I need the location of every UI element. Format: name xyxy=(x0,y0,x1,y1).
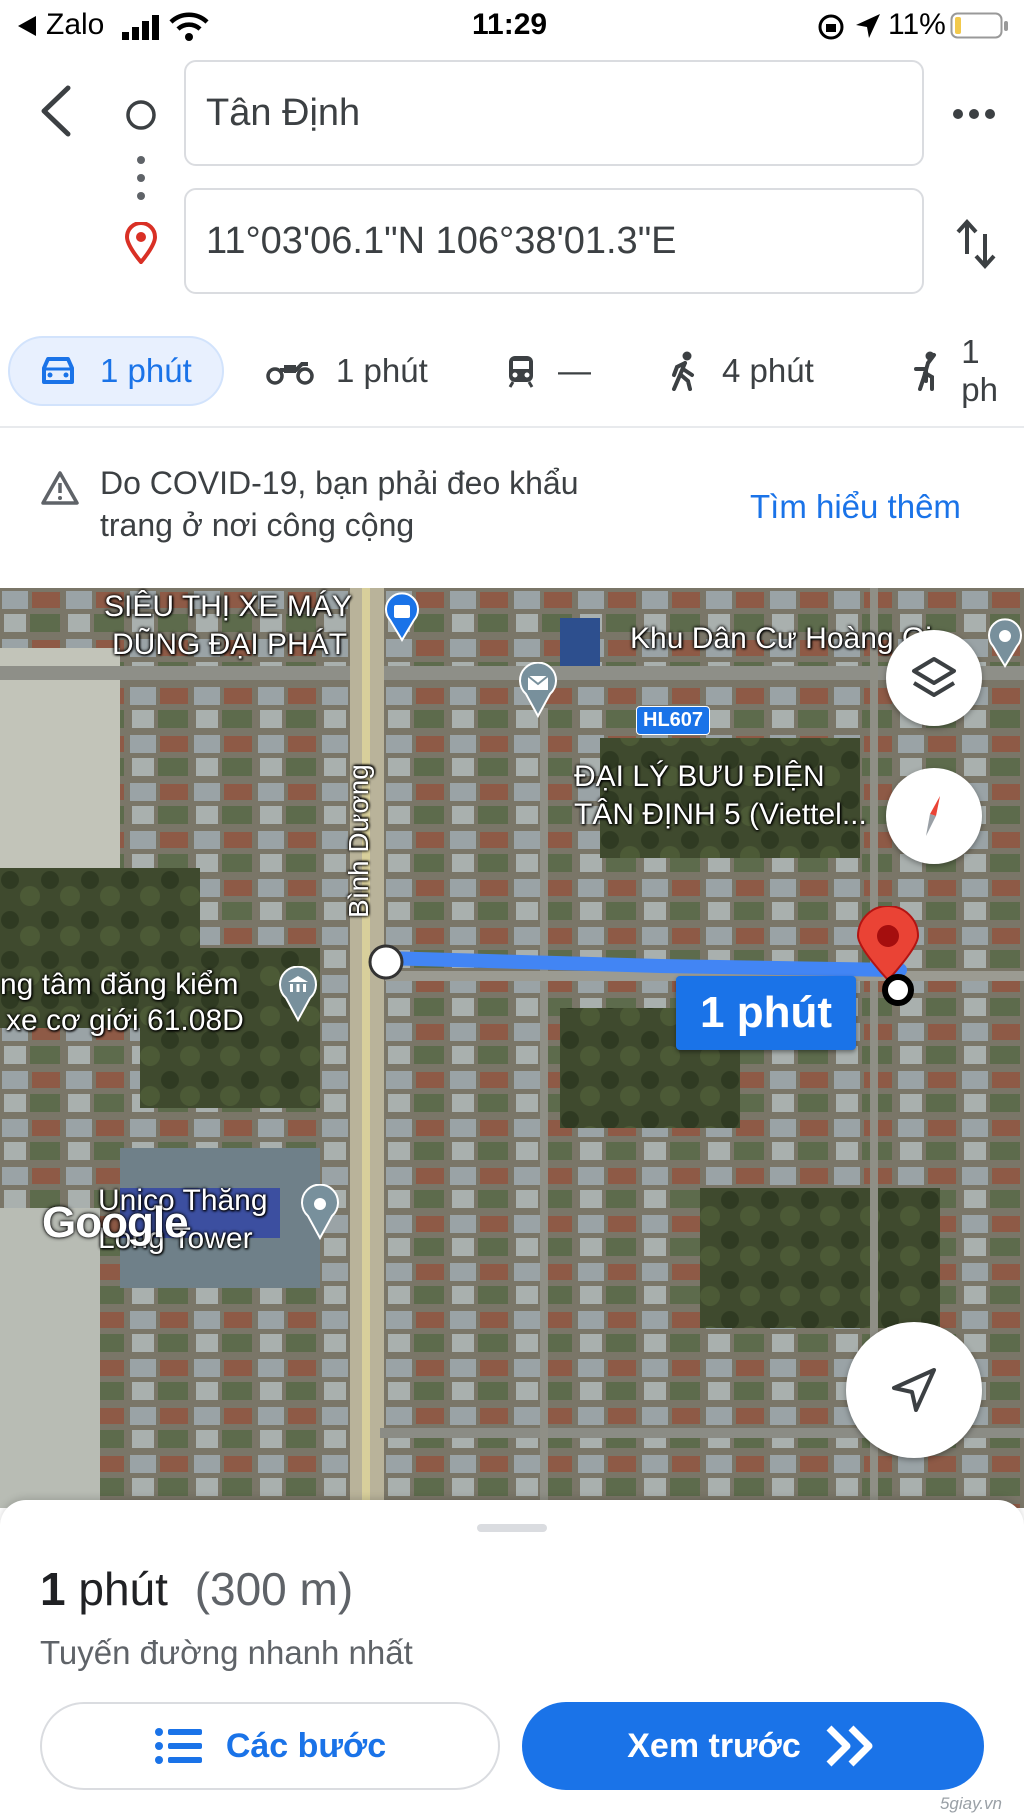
route-dots-icon xyxy=(137,156,145,200)
preview-button[interactable]: Xem trước xyxy=(522,1702,984,1790)
transit-icon xyxy=(508,356,534,388)
mode-label-walk: 4 phút xyxy=(722,352,814,389)
mode-label-car: 1 phút xyxy=(100,352,192,389)
mode-tab-car[interactable]: 1 phút xyxy=(8,336,224,406)
more-options-icon[interactable] xyxy=(952,104,996,124)
wifi-icon xyxy=(169,12,209,41)
mode-tab-motorcycle[interactable]: 1 phút xyxy=(266,336,428,406)
route-summary: 1 phút (300 m) xyxy=(40,1562,353,1616)
duration-unit: phút xyxy=(78,1563,168,1615)
place-pin-icon[interactable] xyxy=(985,616,1024,668)
origin-input[interactable]: Tân Định xyxy=(184,60,924,166)
road-badge: HL607 xyxy=(636,706,711,735)
double-chevron-right-icon xyxy=(826,1725,873,1767)
route-time-callout[interactable]: 1 phút xyxy=(676,976,856,1050)
mode-tab-walk[interactable]: 4 phút xyxy=(668,336,814,406)
walk-icon xyxy=(672,351,694,391)
poi-label-inspection-1: ng tâm đăng kiểm xyxy=(0,968,239,1001)
watermark: 5giay.vn xyxy=(939,1794,1002,1813)
poi-label-motorbike-shop-2: DŨNG ĐẠI PHÁT xyxy=(112,628,348,661)
mode-label-rideshare: 1 ph xyxy=(961,333,998,408)
status-bar: Zalo 11:29 11% xyxy=(0,0,1024,52)
poi-label-post-office-2: TÂN ĐỊNH 5 (Viettel... xyxy=(574,798,867,831)
route-summary-sheet: 1 phút (300 m) Tuyến đường nhanh nhất Cá… xyxy=(0,1500,1024,1820)
compass-icon xyxy=(926,796,940,836)
mode-tab-rideshare[interactable]: 1 ph xyxy=(906,333,1024,408)
signal-icon xyxy=(122,15,159,40)
layers-icon xyxy=(912,657,956,697)
location-arrow-icon xyxy=(856,14,880,38)
rotation-lock-icon xyxy=(818,14,844,40)
compass-button[interactable] xyxy=(886,768,982,864)
car-icon xyxy=(42,357,74,384)
government-pin-icon[interactable] xyxy=(278,966,318,1022)
my-location-button[interactable] xyxy=(846,1322,982,1458)
warning-icon xyxy=(41,471,79,505)
drag-handle[interactable] xyxy=(477,1524,547,1532)
divider xyxy=(0,426,1024,428)
battery-icon xyxy=(950,12,1008,39)
back-arrow-icon[interactable] xyxy=(36,84,76,138)
distance-value: (300 m) xyxy=(194,1563,354,1615)
layers-button[interactable] xyxy=(886,630,982,726)
preview-button-label: Xem trước xyxy=(627,1726,801,1765)
destination-pin-icon xyxy=(124,222,158,264)
steps-button-label: Các bước xyxy=(225,1726,387,1765)
rideshare-icon xyxy=(914,351,936,391)
google-logo: Google xyxy=(42,1198,189,1247)
steps-button[interactable]: Các bước xyxy=(40,1702,500,1790)
route-subtitle: Tuyến đường nhanh nhất xyxy=(40,1634,413,1671)
poi-label-motorbike-shop-1: SIÊU THỊ XE MÁY xyxy=(104,590,352,623)
battery-percent: 11% xyxy=(888,8,946,41)
building-pin-icon[interactable] xyxy=(300,1184,340,1240)
back-triangle-icon[interactable] xyxy=(16,14,38,38)
poi-label-inspection-2: xe cơ giới 61.08D xyxy=(6,1004,244,1037)
mode-tab-transit[interactable]: — xyxy=(506,336,591,406)
learn-more-link[interactable]: Tìm hiểu thêm xyxy=(750,488,961,526)
destination-input[interactable]: 11°03'06.1"N 106°38'01.3"E xyxy=(184,188,924,294)
navigation-arrow-icon xyxy=(892,1368,936,1412)
origin-circle-icon xyxy=(126,100,156,130)
duration-value: 1 xyxy=(40,1563,66,1615)
swap-icon[interactable] xyxy=(954,218,998,270)
map-view[interactable]: SIÊU THỊ XE MÁY DŨNG ĐẠI PHÁT Khu Dân Cư… xyxy=(0,588,1024,1508)
route-start-dot-icon xyxy=(368,944,404,980)
back-app-label[interactable]: Zalo xyxy=(46,8,104,42)
clock: 11:29 xyxy=(472,8,548,41)
motorcycle-icon xyxy=(266,362,314,385)
road-label-binh-duong: Bình Dương xyxy=(343,764,374,918)
list-icon xyxy=(154,1728,202,1764)
poi-label-post-office-1: ĐẠI LÝ BƯU ĐIỆN xyxy=(574,760,825,793)
covid-notice-text: Do COVID-19, bạn phải đeo khẩu trang ở n… xyxy=(100,465,579,543)
mode-label-transit: — xyxy=(558,352,591,389)
shopping-pin-icon[interactable] xyxy=(382,590,422,642)
mode-label-motorcycle: 1 phút xyxy=(336,352,428,389)
post-office-pin-icon[interactable] xyxy=(518,662,558,718)
destination-marker-icon xyxy=(856,906,920,1006)
